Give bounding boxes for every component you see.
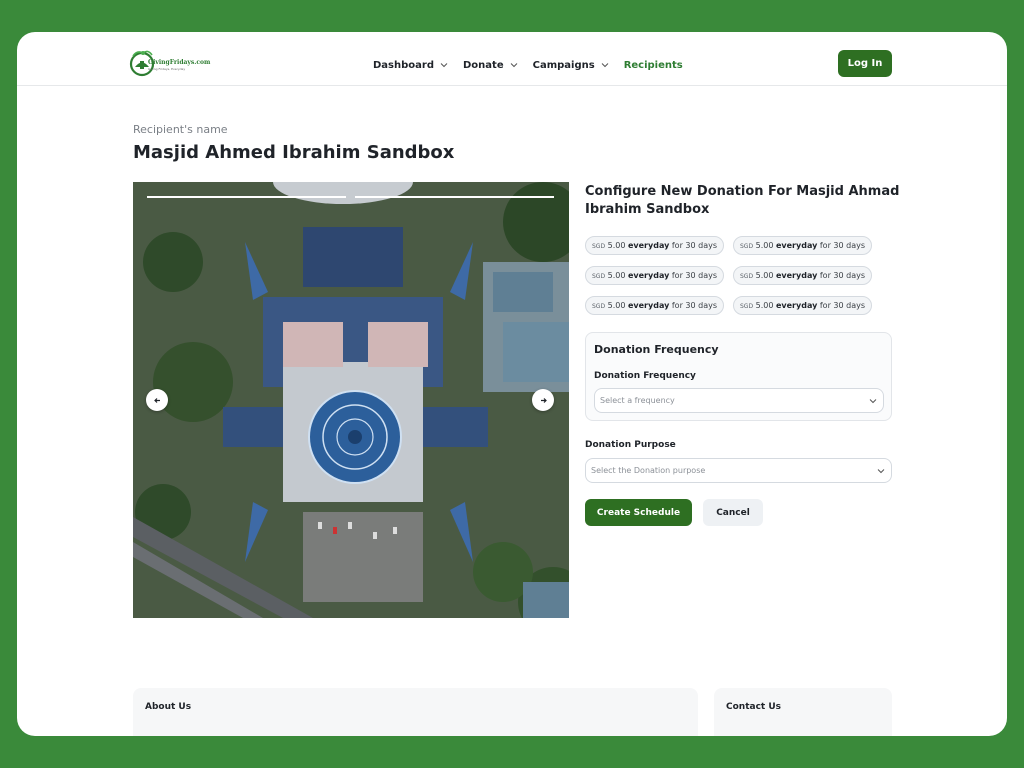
chip-duration: for 30 days (671, 241, 718, 250)
chip-frequency: everyday (627, 301, 670, 310)
main-menu: Dashboard Donate Campaigns Recipients (373, 58, 698, 72)
cancel-button[interactable]: Cancel (703, 499, 763, 526)
contact-us-title: Contact Us (726, 702, 782, 712)
config-title: Configure New Donation For Masjid Ahmad … (585, 184, 900, 217)
frequency-section: Donation Frequency Donation Frequency Se… (585, 332, 892, 421)
purpose-select[interactable]: Select the Donation purpose (585, 458, 892, 483)
nav-item-label: Recipients (623, 59, 683, 71)
chip-duration: for 30 days (671, 301, 718, 310)
nav-item-campaigns[interactable]: Campaigns (533, 58, 609, 72)
recipient-name: Masjid Ahmed Ibrahim Sandbox (133, 142, 455, 163)
chip-currency: SGD (592, 273, 606, 280)
chip-frequency: everyday (775, 301, 818, 310)
chip-currency: SGD (740, 273, 754, 280)
arrow-right-icon (540, 397, 547, 403)
chevron-down-icon (869, 399, 877, 404)
arrow-left-icon (153, 397, 160, 403)
chevron-down-icon (510, 63, 517, 68)
chip-currency: SGD (592, 303, 606, 310)
chip-amount: 5.00 (755, 301, 774, 310)
carousel-next-button[interactable] (532, 389, 554, 411)
nav-item-donate[interactable]: Donate (463, 58, 518, 72)
chevron-down-icon (601, 63, 609, 68)
chip-duration: for 30 days (819, 271, 866, 280)
chevron-down-icon (440, 63, 448, 68)
chip-frequency: everyday (627, 271, 670, 280)
chip-currency: SGD (592, 243, 606, 250)
chip-frequency: everyday (627, 241, 670, 250)
frequency-label: Donation Frequency (594, 371, 696, 381)
preset-chip[interactable]: SGD 5.00 everyday for 30 days (585, 296, 725, 315)
purpose-placeholder: Select the Donation purpose (591, 466, 706, 475)
chip-duration: for 30 days (819, 241, 866, 250)
chip-amount: 5.00 (755, 241, 774, 250)
mosque-aerial-photo (133, 182, 569, 618)
preset-chip[interactable]: SGD 5.00 everyday for 30 days (585, 236, 725, 255)
chevron-down-icon (877, 469, 885, 474)
preset-chip[interactable]: SGD 5.00 everyday for 30 days (733, 236, 873, 255)
chip-amount: 5.00 (607, 301, 626, 310)
carousel-indicator-1[interactable] (147, 196, 346, 198)
chip-frequency: everyday (775, 241, 818, 250)
nav-item-dashboard[interactable]: Dashboard (373, 58, 448, 72)
frequency-section-title: Donation Frequency (594, 343, 719, 356)
chip-duration: for 30 days (819, 301, 866, 310)
nav-item-label: Campaigns (532, 59, 595, 71)
frequency-placeholder: Select a frequency (600, 396, 675, 405)
chip-duration: for 30 days (671, 271, 718, 280)
nav-item-label: Donate (463, 59, 504, 71)
about-us-title: About Us (145, 702, 192, 712)
about-us-card: About Us (133, 688, 698, 736)
purpose-label: Donation Purpose (585, 440, 676, 450)
chip-frequency: everyday (775, 271, 818, 280)
create-schedule-button[interactable]: Create Schedule (585, 499, 692, 526)
preset-chip[interactable]: SGD 5.00 everyday for 30 days (733, 296, 873, 315)
logo-text: GivingFridays.com (148, 59, 211, 66)
chip-amount: 5.00 (755, 271, 774, 280)
carousel-indicator-2[interactable] (355, 196, 554, 198)
carousel-prev-button[interactable] (146, 389, 168, 411)
chip-amount: 5.00 (607, 241, 626, 250)
nav-item-label: Dashboard (373, 59, 434, 71)
top-navbar: GivingFridays.com Giving Fridays, Everyd… (17, 32, 1007, 86)
logo-tagline: Giving Fridays, Everyday (148, 67, 186, 71)
frequency-select[interactable]: Select a frequency (594, 388, 884, 413)
page-card: GivingFridays.com Giving Fridays, Everyd… (17, 32, 1007, 736)
chip-currency: SGD (740, 243, 754, 250)
nav-item-recipients[interactable]: Recipients (624, 58, 683, 72)
preset-chip[interactable]: SGD 5.00 everyday for 30 days (585, 266, 725, 285)
recipient-name-label: Recipient's name (133, 123, 228, 136)
login-button[interactable]: Log In (838, 50, 892, 77)
chip-currency: SGD (740, 303, 754, 310)
contact-us-card: Contact Us (714, 688, 892, 736)
chip-amount: 5.00 (607, 271, 626, 280)
image-carousel[interactable] (133, 182, 569, 618)
preset-chip[interactable]: SGD 5.00 everyday for 30 days (733, 266, 873, 285)
